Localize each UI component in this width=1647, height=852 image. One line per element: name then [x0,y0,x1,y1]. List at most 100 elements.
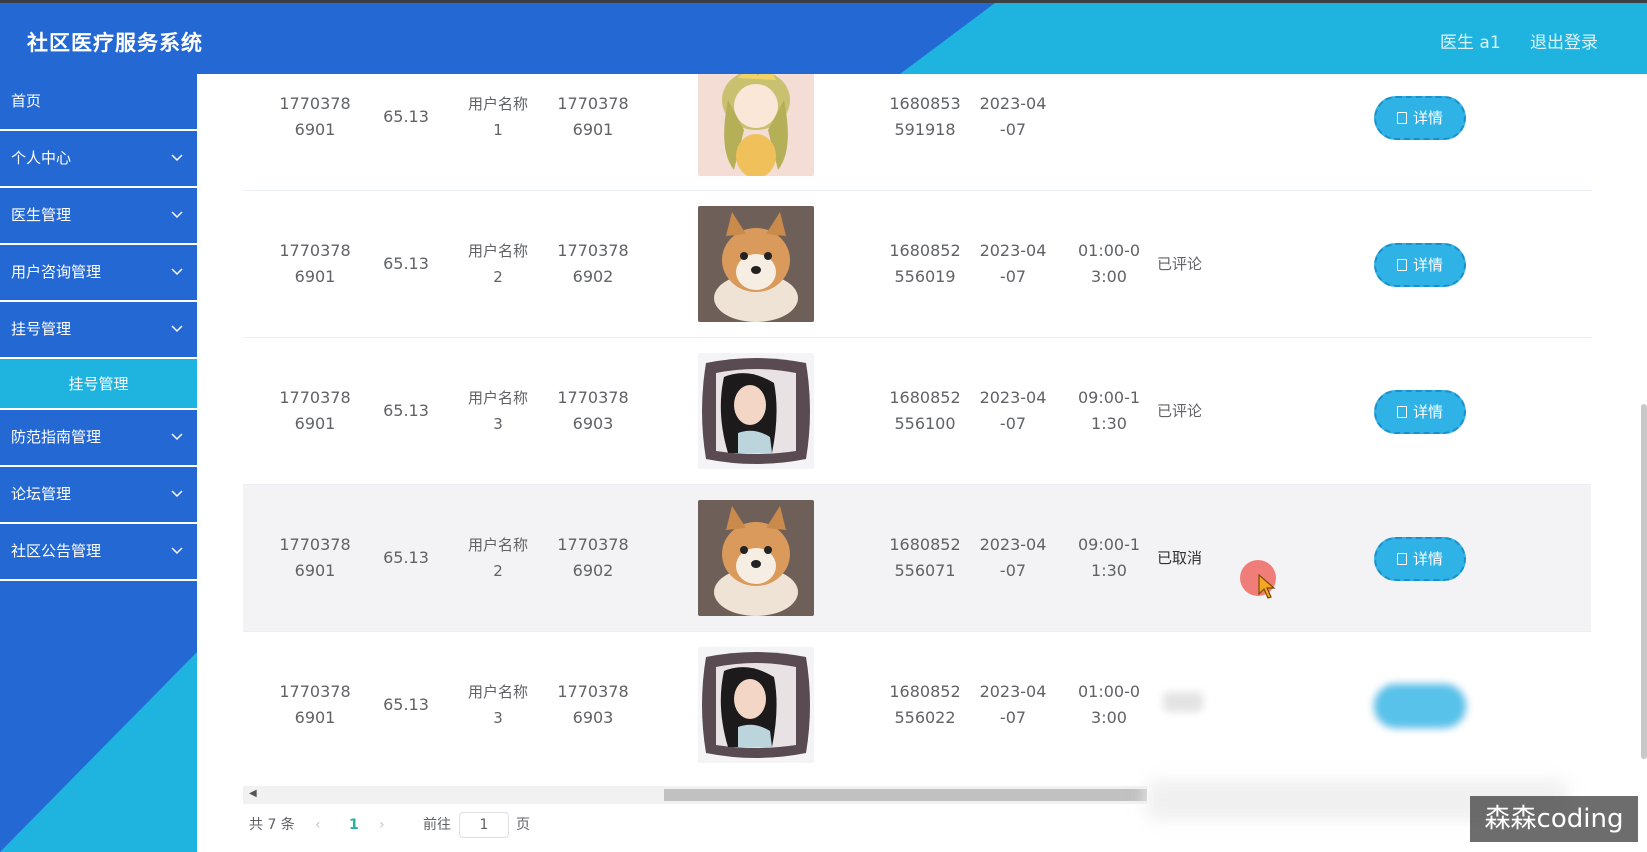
detail-button[interactable]: 详情 [1374,537,1466,581]
table-cell: 65.13 [383,401,429,420]
sidebar-item-prevention-guide[interactable]: 防范指南管理 [0,410,197,467]
table-cell: 用户名称 3 [467,683,528,727]
document-icon [1396,112,1407,124]
chevron-down-icon [171,245,183,300]
table-cell: 用户名称 2 [467,536,528,580]
table-cell: 1680852 556022 [889,682,961,727]
pagination-goto-label: 前往 [423,817,451,833]
table-cell: 1680852 556071 [889,535,961,580]
table-cell: 用户名称 1 [467,95,528,139]
sidebar-item-label: 医生管理 [11,206,72,224]
sidebar-subitem-registration[interactable]: 挂号管理 [0,359,197,410]
document-icon [1396,406,1407,418]
sidebar-item-personal-center[interactable]: 个人中心 [0,131,197,188]
registration-table: 1770378 6901 65.13 用户名称 1 1770378 6901 1680… [243,74,1591,784]
detail-button[interactable]: 详情 [1374,390,1466,434]
table-cell: 2023-04 -07 [979,241,1047,286]
mouse-cursor-icon [1258,574,1276,599]
table-row[interactable]: 1770378 6901 65.13 用户名称 2 1770378 6902 1680… [243,485,1591,632]
status-text: 已取消 [1157,549,1203,567]
table-row[interactable]: 1770378 6901 65.13 用户名称 3 1770378 6903 1680… [243,632,1591,779]
woman-pillow-image [698,353,814,469]
table-cell: 01:00-0 3:00 [1077,241,1141,286]
table-cell: 1770378 6903 [557,388,629,433]
table-cell: 1770378 6901 [279,682,351,727]
current-user: 医生 a1 [1440,33,1501,53]
table-cell: 65.13 [383,107,429,126]
table-cell: 09:00-1 1:30 [1077,388,1141,433]
status-text: 已评论 [1157,255,1203,273]
sidebar-item-consultation-management[interactable]: 用户咨询管理 [0,245,197,302]
status-text: 已评论 [1157,402,1203,420]
sidebar-item-label: 个人中心 [11,149,72,167]
shiba-dog-image [698,500,814,616]
document-icon [1396,259,1407,271]
page-jump-input[interactable] [459,812,509,838]
sidebar-decoration [0,652,197,852]
chevron-down-icon [171,410,183,465]
table-cell: 2023-04 -07 [979,682,1047,727]
header: 社区医疗服务系统 医生 a1 退出登录 [0,3,1647,74]
sidebar-item-announcement-management[interactable]: 社区公告管理 [0,524,197,581]
table-cell: 1770378 6901 [279,241,351,286]
woman-pillow-image [698,647,814,763]
sidebar-item-doctor-management[interactable]: 医生管理 [0,188,197,245]
chevron-left-icon[interactable]: ‹ [315,810,321,840]
page-number[interactable]: 1 [349,810,359,840]
table-cell: 1770378 6901 [279,94,351,139]
table-cell: 01:00-0 3:00 [1077,682,1141,727]
status-text [1163,692,1203,712]
main-content: 1770378 6901 65.13 用户名称 1 1770378 6901 1680… [197,74,1647,852]
table-cell: 09:00-1 1:30 [1077,535,1141,580]
table-cell: 1770378 6903 [557,682,629,727]
table-cell: 用户名称 3 [467,389,528,433]
pagination-total: 共 7 条 [249,817,295,833]
table-cell: 1680853 591918 [889,94,961,139]
watermark: 森森coding [1470,796,1638,842]
table-cell: 2023-04 -07 [979,94,1047,139]
table-cell: 65.13 [383,695,429,714]
logout-button[interactable]: 退出登录 [1530,28,1598,53]
table-cell: 1680852 556100 [889,388,961,433]
table-row[interactable]: 1770378 6901 65.13 用户名称 2 1770378 6902 1680… [243,191,1591,338]
chevron-down-icon [171,302,183,357]
sidebar-item-label: 首页 [11,92,42,110]
shiba-dog-image [698,206,814,322]
document-icon [1396,553,1407,565]
chevron-down-icon [171,131,183,186]
table-cell: 65.13 [383,548,429,567]
table-cell: 1770378 6902 [557,535,629,580]
scrollbar-thumb[interactable] [664,789,1147,801]
detail-button[interactable] [1374,684,1466,728]
app-title: 社区医疗服务系统 [27,31,203,55]
sidebar-item-label: 社区公告管理 [11,542,102,560]
table-cell: 1680852 556019 [889,241,961,286]
sidebar-item-label: 防范指南管理 [11,428,102,446]
table-cell: 用户名称 2 [467,242,528,286]
scroll-left-icon[interactable]: ◀ [249,788,257,799]
table-cell: 1770378 6901 [279,388,351,433]
chevron-down-icon [171,524,183,579]
table-row[interactable]: 1770378 6901 65.13 用户名称 3 1770378 6903 1680… [243,338,1591,485]
table-cell: 2023-04 -07 [979,535,1047,580]
chevron-down-icon [171,188,183,243]
sidebar-item-forum-management[interactable]: 论坛管理 [0,467,197,524]
chevron-down-icon [171,467,183,522]
sidebar: 首页 个人中心 医生管理 用户咨询管理 挂号管理 挂号管理 防范指南管理 论坛管… [0,74,197,852]
vertical-scrollbar-thumb[interactable] [1641,404,1647,759]
chevron-right-icon[interactable]: › [379,810,385,840]
detail-button[interactable]: 详情 [1374,96,1466,140]
horizontal-scrollbar[interactable]: ◀ [243,786,1147,804]
header-blue-panel [0,3,995,74]
table-cell: 1770378 6901 [279,535,351,580]
sidebar-item-home[interactable]: 首页 [0,74,197,131]
sidebar-item-label: 挂号管理 [11,320,72,338]
detail-button[interactable]: 详情 [1374,243,1466,287]
table-cell: 65.13 [383,254,429,273]
sidebar-item-registration-management[interactable]: 挂号管理 [0,302,197,359]
table-row[interactable]: 1770378 6901 65.13 用户名称 1 1770378 6901 1680… [243,74,1591,191]
table-cell: 1770378 6902 [557,241,629,286]
pagination-page-label: 页 [516,817,530,833]
sidebar-item-label: 论坛管理 [11,485,72,503]
table-cell: 1770378 6901 [557,94,629,139]
